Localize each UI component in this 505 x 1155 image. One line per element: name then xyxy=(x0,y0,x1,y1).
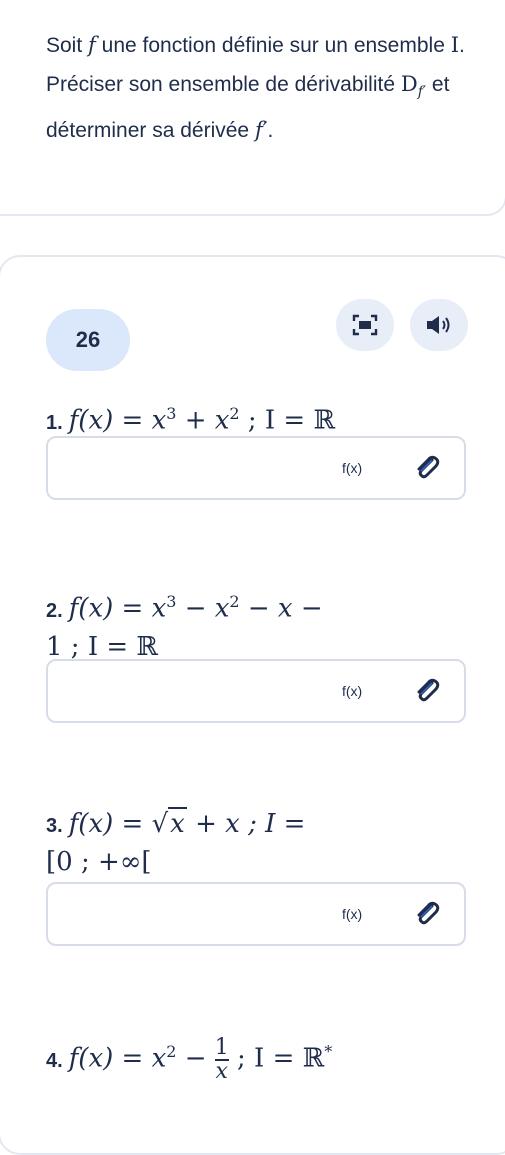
formula-part: − x − xyxy=(239,593,323,624)
formula-part: f(x) = x xyxy=(68,593,167,624)
instruction-text: Soit f une fonction définie sur un ensem… xyxy=(46,26,476,150)
question-4: 4. f(x) = x2 − 1x ; I = ℝ* xyxy=(46,1034,466,1083)
paperclip-icon[interactable] xyxy=(412,453,442,483)
exponent: 3 xyxy=(166,404,177,423)
question-number: 1. xyxy=(46,411,63,434)
expand-button[interactable] xyxy=(336,299,394,351)
audio-button[interactable] xyxy=(410,299,468,351)
question-number: 4. xyxy=(46,1049,63,1072)
formula-part: [0 ; +∞[ xyxy=(46,847,152,877)
paperclip-icon[interactable] xyxy=(412,676,442,706)
answer-placeholder: f(x) xyxy=(342,906,363,922)
intro-f: f xyxy=(88,33,96,57)
exponent: 2 xyxy=(229,404,240,423)
exponent: 2 xyxy=(229,592,240,611)
answer-placeholder: f(x) xyxy=(342,683,363,699)
question-number: 3. xyxy=(46,815,63,837)
formula-part: f(x) = xyxy=(68,809,152,839)
question-2: 2. f(x) = x3 − x2 − x − 1 ; I = ℝ xyxy=(46,584,466,665)
sqrt-radicand: x xyxy=(168,807,187,839)
fraction-denominator: x xyxy=(215,1058,228,1084)
answer-field-2[interactable]: f(x) xyxy=(46,659,466,723)
speaker-icon xyxy=(427,316,450,334)
paperclip-icon[interactable] xyxy=(412,899,442,929)
formula-part: ; I = ℝ xyxy=(239,405,336,436)
exponent: 3 xyxy=(166,592,177,611)
formula-part: − xyxy=(176,1043,215,1074)
formula-part: 1 ; I = ℝ xyxy=(46,631,159,662)
fraction: 1x xyxy=(214,1034,229,1084)
question-number: 2. xyxy=(46,599,63,622)
question-1: 1. f(x) = x3 + x2 ; I = ℝ xyxy=(46,396,466,441)
answer-field-1[interactable]: f(x) xyxy=(46,436,466,500)
exponent: 2 xyxy=(166,1042,177,1061)
exercise-number-badge: 26 xyxy=(46,309,130,371)
formula-part: + x xyxy=(176,405,230,436)
intro-text-1: Soit xyxy=(46,34,89,57)
intro-fprime: f′ xyxy=(254,118,268,143)
exponent: * xyxy=(324,1042,333,1061)
formula-part: f(x) = x xyxy=(68,405,167,436)
intro-D-sub: f′ xyxy=(417,84,427,101)
formula-part: + x ; I = xyxy=(186,809,306,839)
answer-field-3[interactable]: f(x) xyxy=(46,882,466,946)
answer-placeholder: f(x) xyxy=(342,460,363,476)
formula-part: ; I = ℝ xyxy=(228,1043,325,1074)
fraction-numerator: 1 xyxy=(214,1034,229,1060)
intro-D: D xyxy=(400,72,418,96)
question-3: 3. f(x) = √x + x ; I = [0 ; +∞[ xyxy=(46,807,306,877)
formula-part: f(x) = x xyxy=(68,1043,167,1074)
intro-set-I: I xyxy=(450,33,460,57)
expand-icon xyxy=(352,314,378,336)
intro-text-5: . xyxy=(267,119,274,143)
formula-part: − x xyxy=(176,593,230,624)
intro-text-2: une fonction définie sur un ensemble xyxy=(95,34,451,57)
